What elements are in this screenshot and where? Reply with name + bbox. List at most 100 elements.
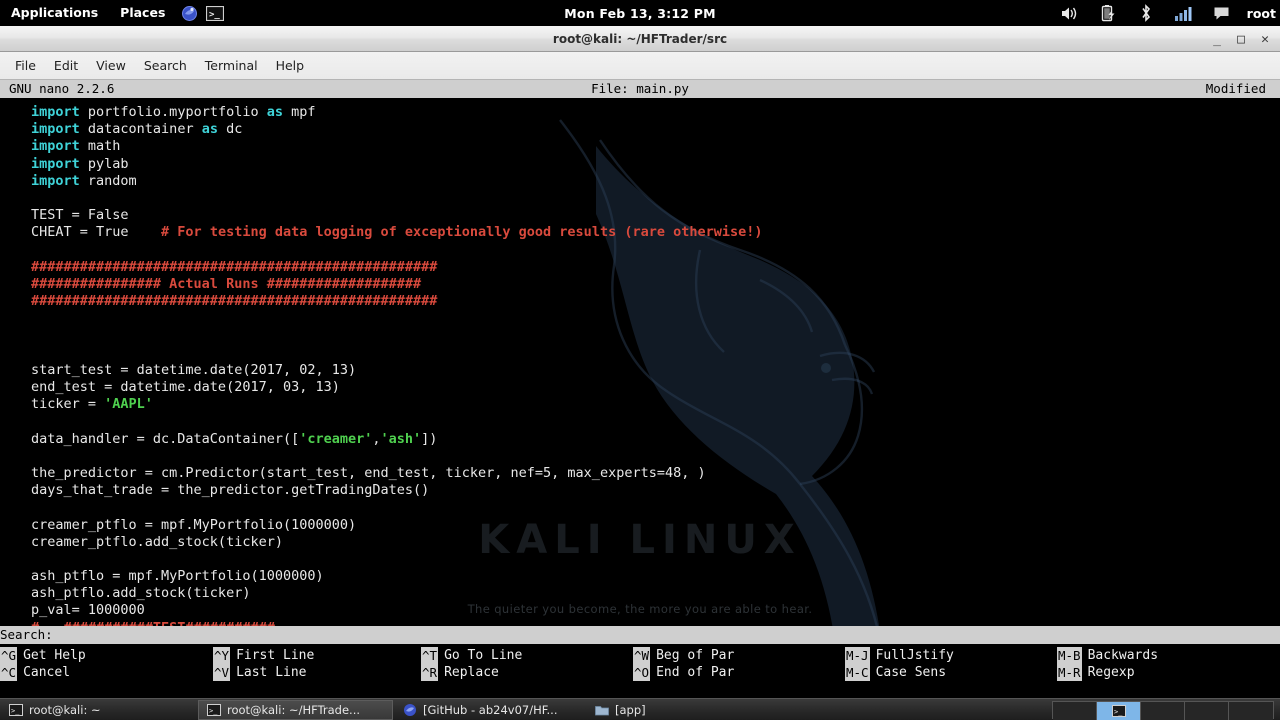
shortcut-key: ^T <box>421 647 439 665</box>
chat-icon[interactable] <box>1209 0 1235 26</box>
code-line: import random <box>31 173 1280 190</box>
code-token: ash_ptflo = mpf.MyPortfolio(1000000) <box>31 568 324 585</box>
code-token: as <box>266 104 283 120</box>
workspace-1[interactable] <box>1053 701 1097 720</box>
code-token: 'creamer' <box>299 430 373 447</box>
code-line: creamer_ptflo = mpf.MyPortfolio(1000000) <box>31 517 1280 534</box>
editor-text-area[interactable]: import portfolio.myportfolio as mpf impor… <box>0 98 1280 637</box>
menu-file[interactable]: File <box>6 55 45 76</box>
code-token: import <box>31 138 80 155</box>
shortcut-key: ^C <box>0 664 18 682</box>
code-token: import <box>31 155 80 172</box>
svg-text:>_: >_ <box>209 707 218 715</box>
search-prompt-label: Search: <box>0 627 53 643</box>
shortcut-key: M-J <box>845 647 870 665</box>
shortcut-fulljstify[interactable]: M-J FullJstify <box>845 647 954 665</box>
taskbar-item[interactable]: [GitHub - ab24v07/HF... <box>395 700 585 720</box>
shortcut-label: Go To Line <box>444 648 523 663</box>
shortcut-row: ^G Get Help ^Y First Line ^T Go To Line ^W Beg … <box>0 647 1280 665</box>
shortcut-label: Case Sens <box>875 665 947 681</box>
top-panel: Applications Places >_ Mon Feb 13, 3:12 … <box>0 0 1280 26</box>
shortcut-key: M-C <box>845 664 870 682</box>
shortcut-row: ^C Cancel ^V Last Line ^R Replace ^O End of Par… <box>0 664 1280 682</box>
network-signal-icon[interactable] <box>1171 0 1197 26</box>
shortcut-beg-of-par[interactable]: ^W Beg of Par <box>633 647 734 665</box>
taskbar-item[interactable]: >_ root@kali: ~/HFTrade... <box>198 699 393 720</box>
workspace-3[interactable] <box>1141 701 1185 720</box>
code-line: start_test = datetime.date(2017, 02, 13) <box>31 362 1280 379</box>
nano-search-statusline[interactable]: Search: <box>0 626 1280 644</box>
battery-charging-icon[interactable] <box>1095 0 1121 26</box>
user-label[interactable]: root <box>1247 6 1276 21</box>
shortcut-label: Regexp <box>1087 665 1135 681</box>
code-token: end_test = datetime.date(2017, 03, 13) <box>31 379 340 395</box>
code-line: import datacontainer as dc <box>31 121 1280 138</box>
taskbar-item[interactable]: >_ root@kali: ~ <box>1 700 196 720</box>
code-token: ########################################… <box>31 293 438 310</box>
shortcut-end-of-par[interactable]: ^O End of Par <box>633 664 735 682</box>
taskbar-item[interactable]: [app] <box>587 700 667 720</box>
code-token: TEST = False <box>31 207 129 224</box>
code-token: ash_ptflo.add_stock(ticker) <box>31 585 251 602</box>
shortcut-get-help[interactable]: ^G Get Help <box>0 647 86 665</box>
nano-header: GNU nano 2.2.6 File: main.py Modified <box>0 80 1280 98</box>
shortcut-label: Cancel <box>23 665 71 681</box>
shortcut-cancel[interactable]: ^C Cancel <box>0 664 71 682</box>
menu-edit[interactable]: Edit <box>45 55 87 76</box>
applications-menu[interactable]: Applications <box>0 0 109 26</box>
maximize-button[interactable]: □ <box>1230 29 1252 49</box>
code-token: ]) <box>421 430 438 447</box>
places-menu[interactable]: Places <box>109 0 176 26</box>
workspace-2[interactable]: >_ <box>1097 701 1141 720</box>
shortcut-go-to-line[interactable]: ^T Go To Line <box>421 647 523 665</box>
volume-icon[interactable] <box>1057 0 1083 26</box>
menu-terminal[interactable]: Terminal <box>196 55 267 76</box>
folder-icon <box>595 703 609 717</box>
code-token: import <box>31 172 80 189</box>
taskbar-item-label: root@kali: ~/HFTrade... <box>227 702 361 717</box>
shortcut-key: ^O <box>633 664 651 682</box>
workspace-4[interactable] <box>1185 701 1229 720</box>
menu-view[interactable]: View <box>87 55 135 76</box>
shortcut-label: End of Par <box>656 665 735 681</box>
code-token: 'ash' <box>380 430 422 447</box>
code-line: days_that_trade = the_predictor.getTradi… <box>31 482 1280 499</box>
shortcut-case-sens[interactable]: M-C Case Sens <box>845 664 947 682</box>
close-button[interactable]: ✕ <box>1254 29 1276 49</box>
terminal-icon: >_ <box>9 703 23 717</box>
window-titlebar[interactable]: root@kali: ~/HFTrader/src _ □ ✕ <box>0 26 1280 52</box>
code-line: p_val= 1000000 <box>31 602 1280 619</box>
svg-text:>_: >_ <box>1114 708 1123 716</box>
code-token: the_predictor = cm.Predictor(start_test,… <box>31 464 706 481</box>
menu-help[interactable]: Help <box>267 55 314 76</box>
terminal-content[interactable]: KALI LINUX The quieter you become, the m… <box>0 80 1280 698</box>
workspace-switcher[interactable]: >_ <box>1052 700 1274 720</box>
terminal-icon[interactable]: >_ <box>202 0 228 26</box>
code-line: creamer_ptflo.add_stock(ticker) <box>31 534 1280 551</box>
code-token: data_handler = dc.DataContainer([ <box>31 430 300 447</box>
code-token: pylab <box>79 155 129 172</box>
shortcut-replace[interactable]: ^R Replace <box>421 664 499 682</box>
minimize-button[interactable]: _ <box>1206 29 1228 49</box>
code-line: import portfolio.myportfolio as mpf <box>31 104 1280 121</box>
shortcut-last-line[interactable]: ^V Last Line <box>213 664 307 682</box>
shortcut-regexp[interactable]: M-R Regexp <box>1057 664 1135 682</box>
bluetooth-icon[interactable] <box>1133 0 1159 26</box>
code-token: ########################################… <box>31 258 438 275</box>
code-line: ########################################… <box>31 293 1280 310</box>
window-title: root@kali: ~/HFTrader/src <box>552 31 728 46</box>
menu-search[interactable]: Search <box>135 55 196 76</box>
shortcut-key: ^Y <box>213 647 231 665</box>
nano-shortcut-bar: ^G Get Help ^Y First Line ^T Go To Line ^W Beg … <box>0 644 1280 698</box>
task-list: >_ root@kali: ~ >_ root@kali: ~/HFTrade... [… <box>0 699 668 720</box>
svg-text:>_: >_ <box>209 10 220 20</box>
shortcut-backwards[interactable]: M-B Backwards <box>1057 647 1158 665</box>
workspace-5[interactable] <box>1229 701 1273 720</box>
terminal-window: root@kali: ~/HFTrader/src _ □ ✕ File Edi… <box>0 26 1280 698</box>
firefox-icon[interactable] <box>176 0 202 26</box>
shortcut-first-line[interactable]: ^Y First Line <box>213 647 314 665</box>
code-token: dc <box>217 121 243 138</box>
svg-text:>_: >_ <box>11 707 20 715</box>
